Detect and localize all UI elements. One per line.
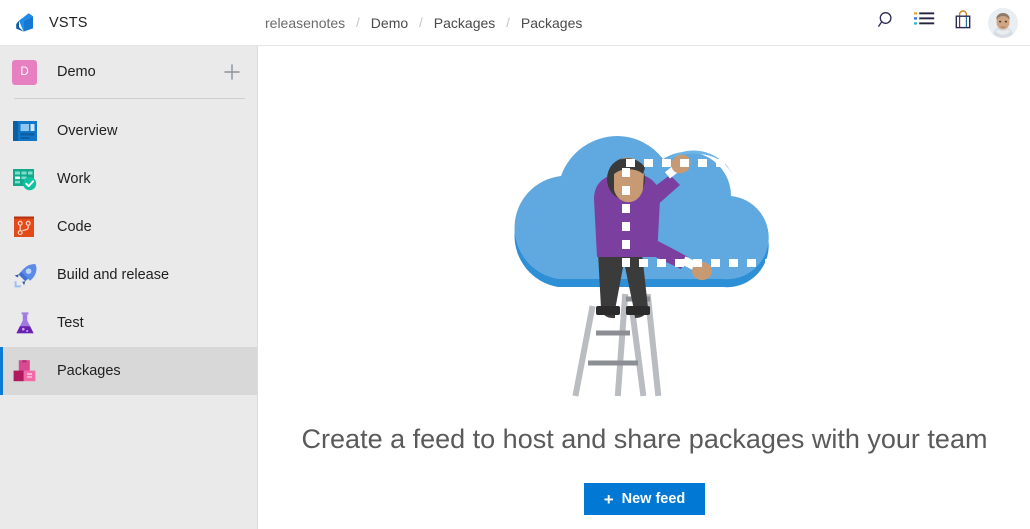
sidebar: D Demo Overview Work Code Build and rele… [0, 46, 258, 529]
sidebar-item-label: Code [57, 219, 92, 235]
breadcrumb: releasenotes / Demo / Packages / Package… [265, 0, 582, 45]
breadcrumb-separator: / [356, 15, 360, 30]
sidebar-item-work[interactable]: Work [0, 155, 257, 203]
top-bar-actions [868, 0, 1024, 45]
search-icon [877, 10, 897, 35]
breadcrumb-item-2[interactable]: Packages [434, 15, 495, 31]
sidebar-item-test[interactable]: Test [0, 299, 257, 347]
new-feed-button-label: New feed [621, 491, 686, 507]
breadcrumb-separator: / [506, 15, 510, 30]
breadcrumb-item-3[interactable]: Packages [521, 15, 582, 31]
plus-icon [224, 64, 240, 80]
vsts-logo-icon [14, 11, 38, 35]
brand-home-link[interactable]: VSTS [14, 0, 88, 45]
build-icon [12, 262, 38, 288]
overview-icon [12, 118, 38, 144]
sidebar-item-label: Packages [57, 363, 121, 379]
new-feed-button[interactable]: + New feed [583, 483, 706, 515]
top-navigation-bar: VSTS releasenotes / Demo / Packages / Pa… [0, 0, 1030, 46]
vsts-app-window: VSTS releasenotes / Demo / Packages / Pa… [0, 0, 1030, 529]
sidebar-item-label: Overview [57, 123, 118, 139]
work-items-button[interactable] [906, 0, 944, 45]
search-button[interactable] [868, 0, 906, 45]
packages-icon [12, 358, 38, 384]
work-items-icon [914, 11, 936, 34]
sidebar-item-code[interactable]: Code [0, 203, 257, 251]
page-title: Create a feed to host and share packages… [301, 424, 988, 454]
sidebar-item-overview[interactable]: Overview [0, 107, 257, 155]
marketplace-button[interactable] [944, 0, 982, 45]
sidebar-item-label: Build and release [57, 267, 170, 283]
plus-icon: + [603, 489, 614, 509]
sidebar-item-packages[interactable]: Packages [0, 347, 257, 395]
sidebar-item-build-and-release[interactable]: Build and release [0, 251, 257, 299]
sidebar-nav-list: Overview Work Code Build and release Tes… [0, 99, 257, 395]
brand-name: VSTS [49, 14, 88, 31]
breadcrumb-separator: / [419, 15, 423, 30]
sidebar-item-label: Work [57, 171, 91, 187]
breadcrumb-item-0[interactable]: releasenotes [265, 15, 345, 31]
cloud-person-ladder-illustration [480, 101, 810, 411]
test-icon [12, 310, 38, 336]
project-avatar: D [12, 59, 37, 85]
work-icon [12, 166, 38, 192]
project-selector[interactable]: D Demo [0, 46, 257, 98]
add-project-button[interactable] [221, 61, 243, 83]
code-icon [12, 214, 38, 240]
marketplace-bag-icon [954, 10, 972, 35]
avatar [988, 7, 1018, 38]
breadcrumb-item-1[interactable]: Demo [371, 15, 408, 31]
user-avatar-button[interactable] [982, 0, 1024, 45]
sidebar-item-label: Test [57, 315, 84, 331]
project-name: Demo [57, 64, 96, 80]
main-content: Create a feed to host and share packages… [259, 46, 1030, 529]
cta-container: + New feed [259, 483, 1030, 515]
